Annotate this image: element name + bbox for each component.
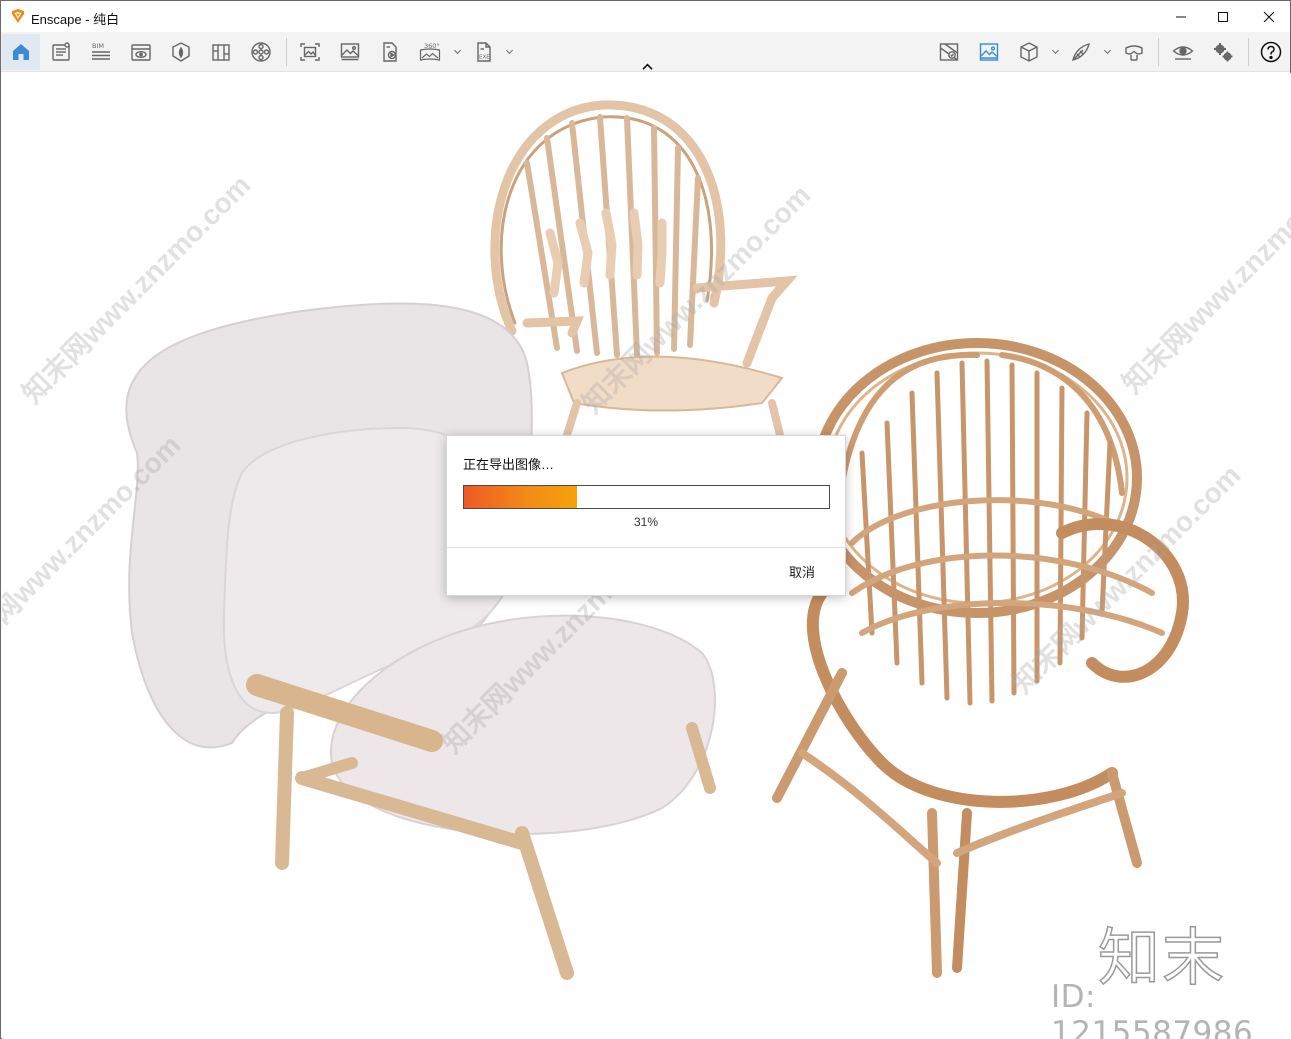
screenshot-icon	[300, 43, 320, 61]
chevron-up-icon	[641, 63, 653, 70]
batch-render-button[interactable]	[331, 34, 369, 70]
render-settings-button[interactable]	[970, 34, 1008, 70]
close-button[interactable]	[1246, 1, 1291, 32]
video-icon	[383, 42, 397, 62]
home-icon	[13, 44, 29, 60]
brand-id-text: ID: 1215587986	[1051, 979, 1254, 1039]
close-icon	[1263, 11, 1275, 22]
project-notes-icon	[52, 42, 70, 61]
maximize-icon	[1218, 11, 1228, 22]
minimize-icon	[1176, 16, 1186, 17]
cancel-button[interactable]: 取消	[789, 562, 815, 581]
toolbar-separator	[1248, 38, 1249, 66]
atmosphere-icon	[251, 42, 271, 62]
render-settings-icon	[979, 43, 999, 61]
exe-export-icon: EXE	[477, 42, 491, 62]
site-context-button[interactable]	[930, 34, 968, 70]
panorama-360-icon: 360°	[419, 42, 441, 61]
minimize-button[interactable]	[1158, 1, 1204, 32]
panorama-dropdown-button[interactable]	[451, 44, 463, 58]
progress-percentage: 31%	[633, 515, 659, 529]
maximize-button[interactable]	[1200, 1, 1246, 32]
visual-settings-icon	[1172, 46, 1194, 60]
bim-button[interactable]: BIM	[82, 34, 120, 70]
visual-settings-button[interactable]	[1164, 34, 1202, 70]
asset-library-icon	[172, 42, 190, 62]
sketch-mode-icon	[1072, 43, 1090, 61]
panorama-button[interactable]: 360°	[411, 34, 449, 70]
atmosphere-button[interactable]	[242, 34, 280, 70]
enscape-logo-icon	[12, 9, 24, 23]
bim-label: BIM	[92, 42, 104, 50]
batch-render-icon	[340, 43, 360, 61]
dialog-title: 正在导出图像…	[463, 457, 555, 472]
progress-fill	[464, 486, 578, 508]
window-title: Enscape - 纯白	[31, 12, 120, 27]
vr-headset-button[interactable]	[1115, 34, 1153, 70]
general-settings-icon	[1214, 43, 1233, 62]
help-button[interactable]	[1252, 34, 1290, 70]
object-view-dropdown-button[interactable]	[1049, 44, 1061, 58]
dialog-divider	[447, 547, 845, 548]
title-bar: Enscape - 纯白	[1, 1, 1290, 32]
exe-label: EXE	[479, 55, 490, 61]
screenshot-button[interactable]	[291, 34, 329, 70]
bim-icon: BIM	[92, 42, 110, 60]
materials-icon	[212, 44, 230, 61]
toolbar-separator	[1158, 38, 1159, 66]
video-button[interactable]	[371, 34, 409, 70]
export-progress-bar	[463, 485, 830, 509]
windsor-chair-render	[490, 100, 798, 439]
chevron-down-icon	[505, 49, 513, 54]
exe-export-button[interactable]: EXE	[465, 34, 503, 70]
object-view-button[interactable]	[1010, 34, 1048, 70]
help-icon	[1260, 41, 1282, 63]
chevron-down-icon	[1051, 49, 1059, 54]
toolbar-separator	[286, 38, 287, 66]
asset-library-button[interactable]	[162, 34, 200, 70]
site-context-icon	[939, 43, 959, 61]
project-notes-button[interactable]	[42, 34, 80, 70]
chevron-down-icon	[1103, 49, 1111, 54]
materials-button[interactable]	[202, 34, 240, 70]
sketch-mode-dropdown-button[interactable]	[1101, 44, 1113, 58]
enscape-window: Enscape - 纯白 BIM 360° EXE 知末网www.znzmo.c…	[0, 0, 1291, 1039]
view-button[interactable]	[122, 34, 160, 70]
exe-dropdown-button[interactable]	[503, 44, 515, 58]
view-icon	[131, 44, 151, 61]
home-button[interactable]	[2, 34, 40, 70]
chevron-down-icon	[453, 49, 461, 54]
general-settings-button[interactable]	[1204, 34, 1242, 70]
sketch-mode-button[interactable]	[1062, 34, 1100, 70]
export-progress-dialog: 正在导出图像… 31% 取消	[446, 435, 846, 596]
vr-headset-icon	[1125, 45, 1143, 61]
object-view-icon	[1020, 42, 1038, 62]
collapse-toolbar-button[interactable]	[637, 59, 657, 73]
